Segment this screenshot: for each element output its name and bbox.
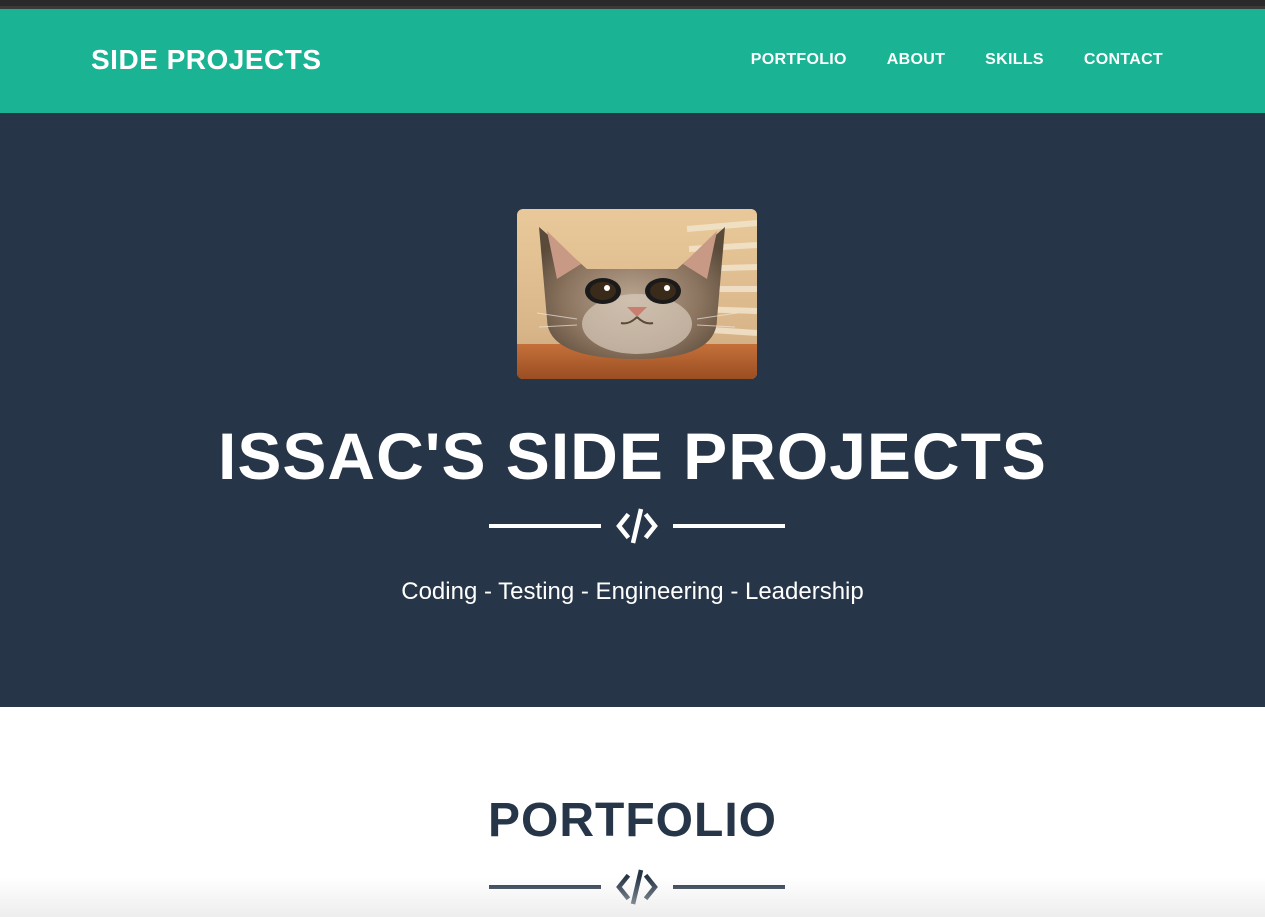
brand-link[interactable]: SIDE PROJECTS bbox=[91, 44, 322, 76]
browser-top-strip bbox=[0, 0, 1265, 9]
masthead: ISSAC'S SIDE PROJECTS Coding - Testing -… bbox=[0, 113, 1265, 707]
hero-title: ISSAC'S SIDE PROJECTS bbox=[218, 419, 1047, 493]
code-icon bbox=[615, 506, 659, 546]
portfolio-divider bbox=[489, 867, 785, 907]
nav-link-skills[interactable]: SKILLS bbox=[985, 51, 1044, 69]
hero-divider bbox=[489, 506, 785, 546]
divider-line-right bbox=[673, 885, 785, 889]
nav-links: PORTFOLIO ABOUT SKILLS CONTACT bbox=[751, 51, 1163, 69]
code-icon bbox=[615, 867, 659, 907]
avatar-image bbox=[517, 209, 757, 379]
divider-line-left bbox=[489, 885, 601, 889]
navbar: SIDE PROJECTS PORTFOLIO ABOUT SKILLS CON… bbox=[0, 9, 1265, 113]
divider-line-right bbox=[673, 524, 785, 528]
nav-link-about[interactable]: ABOUT bbox=[887, 51, 945, 69]
nav-link-portfolio[interactable]: PORTFOLIO bbox=[751, 51, 847, 69]
divider-line-left bbox=[489, 524, 601, 528]
hero-tagline: Coding - Testing - Engineering - Leaders… bbox=[401, 578, 864, 605]
portfolio-title: PORTFOLIO bbox=[488, 794, 777, 847]
nav-link-contact[interactable]: CONTACT bbox=[1084, 51, 1163, 69]
